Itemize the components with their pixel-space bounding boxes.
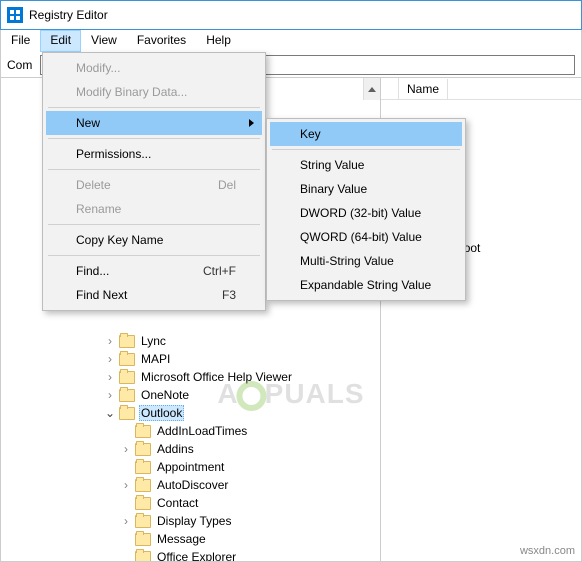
chevron-right-icon[interactable] [119, 442, 133, 456]
menu-new-multisz[interactable]: Multi-String Value [270, 249, 462, 273]
menu-bar: File Edit View Favorites Help [0, 30, 582, 52]
menu-new-string[interactable]: String Value [270, 153, 462, 177]
chevron-down-icon[interactable] [103, 406, 117, 420]
tree-node[interactable]: Display Types [1, 512, 380, 530]
menu-new-key[interactable]: Key [270, 122, 462, 146]
new-submenu: Key String Value Binary Value DWORD (32-… [266, 118, 466, 301]
chevron-right-icon[interactable] [119, 514, 133, 528]
menu-find[interactable]: Find...Ctrl+F [46, 259, 262, 283]
folder-icon [135, 479, 151, 492]
tree-node-label[interactable]: OneNote [139, 388, 191, 402]
menu-favorites[interactable]: Favorites [127, 30, 196, 52]
tree-node-label[interactable]: Office Explorer [155, 550, 238, 561]
menu-new[interactable]: New [46, 111, 262, 135]
folder-icon [135, 533, 151, 546]
menu-find-next[interactable]: Find NextF3 [46, 283, 262, 307]
chevron-right-icon[interactable] [103, 334, 117, 348]
folder-icon [119, 371, 135, 384]
folder-icon [135, 551, 151, 562]
tree-node[interactable]: Message [1, 530, 380, 548]
tree-node-label[interactable]: Appointment [155, 460, 226, 474]
credit: wsxdn.com [520, 545, 575, 557]
tree-node[interactable]: AddInLoadTimes [1, 422, 380, 440]
window-title: Registry Editor [29, 8, 108, 22]
menu-new-expandsz[interactable]: Expandable String Value [270, 273, 462, 297]
app-icon [7, 7, 23, 23]
folder-icon [135, 461, 151, 474]
menu-modify[interactable]: Modify... [46, 56, 262, 80]
folder-icon [119, 335, 135, 348]
address-label: Com [7, 58, 36, 72]
menu-help[interactable]: Help [196, 30, 241, 52]
menu-new-dword[interactable]: DWORD (32-bit) Value [270, 201, 462, 225]
menu-rename[interactable]: Rename [46, 197, 262, 221]
menu-new-binary[interactable]: Binary Value [270, 177, 462, 201]
chevron-right-icon[interactable] [103, 388, 117, 402]
menu-permissions[interactable]: Permissions... [46, 142, 262, 166]
tree-node[interactable]: Addins [1, 440, 380, 458]
chevron-right-icon[interactable] [119, 478, 133, 492]
folder-icon [135, 515, 151, 528]
folder-icon [119, 389, 135, 402]
folder-icon [135, 425, 151, 438]
tree-node-label[interactable]: Lync [139, 334, 168, 348]
menu-edit[interactable]: Edit [40, 30, 81, 52]
tree-node[interactable]: Office Explorer [1, 548, 380, 561]
values-header-name[interactable]: Name [399, 79, 448, 99]
edit-menu: Modify... Modify Binary Data... New Perm… [42, 52, 266, 311]
tree-node-label[interactable]: Outlook [139, 405, 184, 421]
tree-node[interactable]: Microsoft Office Help Viewer [1, 368, 380, 386]
menu-copy-key-name[interactable]: Copy Key Name [46, 228, 262, 252]
tree-node-label[interactable]: Contact [155, 496, 200, 510]
title-bar: Registry Editor [0, 0, 582, 30]
tree-node-label[interactable]: Message [155, 532, 208, 546]
folder-icon [119, 353, 135, 366]
tree-node-label[interactable]: Addins [155, 442, 196, 456]
chevron-right-icon[interactable] [103, 370, 117, 384]
menu-file[interactable]: File [1, 30, 40, 52]
folder-icon [119, 407, 135, 420]
tree-node[interactable]: Outlook [1, 404, 380, 422]
tree-node[interactable]: OneNote [1, 386, 380, 404]
menu-modify-binary[interactable]: Modify Binary Data... [46, 80, 262, 104]
menu-delete[interactable]: DeleteDel [46, 173, 262, 197]
tree-node[interactable]: Appointment [1, 458, 380, 476]
chevron-right-icon[interactable] [103, 352, 117, 366]
values-header-spacer [381, 78, 399, 99]
tree-node-label[interactable]: AddInLoadTimes [155, 424, 249, 438]
menu-view[interactable]: View [81, 30, 127, 52]
values-header: Name [381, 78, 581, 100]
tree-node[interactable]: Lync [1, 332, 380, 350]
tree-node-label[interactable]: Microsoft Office Help Viewer [139, 370, 294, 384]
tree-node-label[interactable]: MAPI [139, 352, 172, 366]
folder-icon [135, 443, 151, 456]
tree-node[interactable]: AutoDiscover [1, 476, 380, 494]
menu-new-qword[interactable]: QWORD (64-bit) Value [270, 225, 462, 249]
tree-node-label[interactable]: AutoDiscover [155, 478, 230, 492]
tree-node-label[interactable]: Display Types [155, 514, 233, 528]
tree-node[interactable]: MAPI [1, 350, 380, 368]
folder-icon [135, 497, 151, 510]
tree-node[interactable]: Contact [1, 494, 380, 512]
